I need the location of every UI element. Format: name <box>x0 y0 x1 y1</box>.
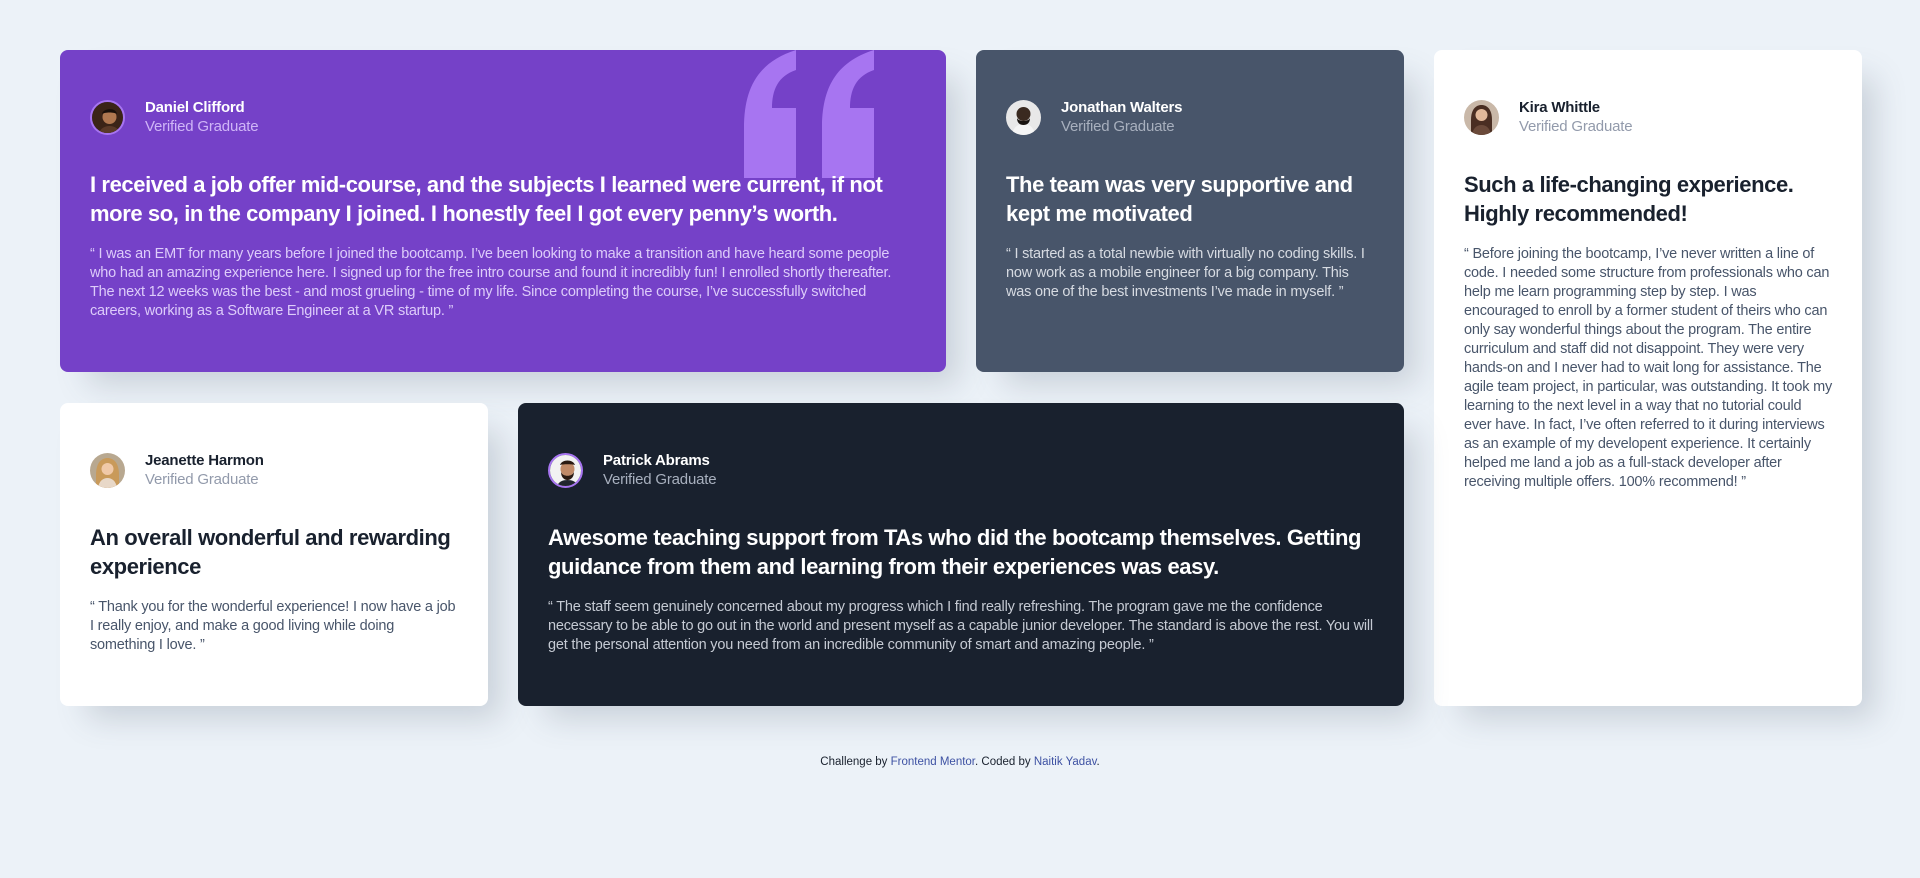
frontend-mentor-link[interactable]: Frontend Mentor <box>891 756 975 768</box>
testimonial-headline: Awesome teaching support from TAs who di… <box>548 525 1362 579</box>
card-header: Jonathan Walters Verified Graduate <box>1006 98 1374 136</box>
testimonial-card-jonathan: Jonathan Walters Verified Graduate The t… <box>976 50 1404 372</box>
card-header: Patrick Abrams Verified Graduate <box>548 451 1374 489</box>
author-name: Patrick Abrams <box>603 452 710 469</box>
author-name: Jonathan Walters <box>1061 99 1183 116</box>
testimonial-card-kira: Kira Whittle Verified Graduate Such a li… <box>1434 50 1862 706</box>
testimonial-body: “ I was an EMT for many years before I j… <box>90 246 892 319</box>
author-role: Verified Graduate <box>603 471 717 488</box>
attribution-middle: . Coded by <box>975 756 1034 768</box>
testimonial-body: “ Thank you for the wonderful experience… <box>90 599 456 653</box>
author-role: Verified Graduate <box>1061 118 1175 135</box>
author-link[interactable]: Naitik Yadav <box>1034 756 1097 768</box>
testimonials-grid: Daniel Clifford Verified Graduate I rece… <box>60 50 1862 706</box>
testimonial-headline: Such a life-changing experience. Highly … <box>1464 172 1794 226</box>
card-header: Kira Whittle Verified Graduate <box>1464 98 1832 136</box>
card-header: Daniel Clifford Verified Graduate <box>90 98 916 136</box>
avatar <box>90 452 125 488</box>
attribution-prefix: Challenge by <box>820 756 891 768</box>
testimonial-card-daniel: Daniel Clifford Verified Graduate I rece… <box>60 50 946 372</box>
avatar <box>1464 99 1499 135</box>
testimonial-card-patrick: Patrick Abrams Verified Graduate Awesome… <box>518 403 1404 706</box>
testimonial-card-jeanette: Jeanette Harmon Verified Graduate An ove… <box>60 403 488 706</box>
testimonial-body: “ The staff seem genuinely concerned abo… <box>548 599 1373 653</box>
testimonial-headline: An overall wonderful and rewarding exper… <box>90 525 451 579</box>
card-header: Jeanette Harmon Verified Graduate <box>90 451 458 489</box>
testimonial-headline: I received a job offer mid-course, and t… <box>90 172 883 226</box>
avatar <box>90 99 125 135</box>
attribution-suffix: . <box>1096 756 1100 768</box>
author-name: Jeanette Harmon <box>145 452 264 469</box>
author-role: Verified Graduate <box>145 471 259 488</box>
avatar <box>548 452 583 488</box>
author-role: Verified Graduate <box>145 118 259 135</box>
avatar <box>1006 99 1041 135</box>
author-name: Kira Whittle <box>1519 99 1600 116</box>
author-role: Verified Graduate <box>1519 118 1633 135</box>
testimonial-headline: The team was very supportive and kept me… <box>1006 172 1353 226</box>
author-name: Daniel Clifford <box>145 99 245 116</box>
testimonial-body: “ Before joining the bootcamp, I’ve neve… <box>1464 246 1833 490</box>
testimonial-body: “ I started as a total newbie with virtu… <box>1006 246 1365 300</box>
attribution-footer: Challenge by Frontend Mentor. Coded by N… <box>0 756 1920 768</box>
